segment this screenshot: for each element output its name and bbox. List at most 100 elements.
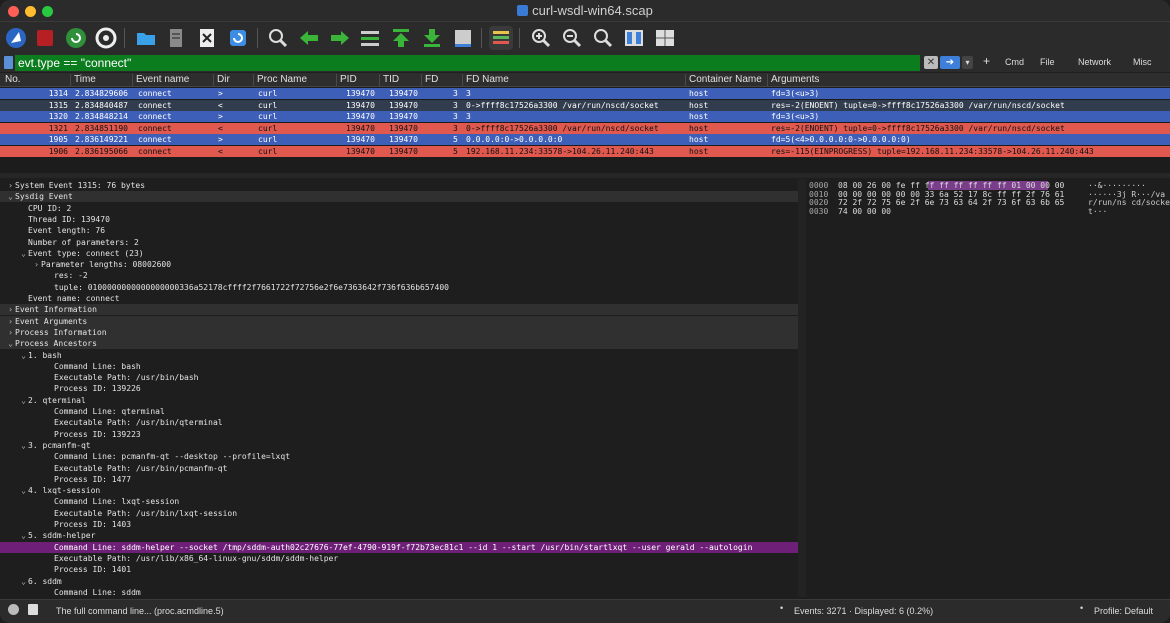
column-header-event-name[interactable]: Event name: [132, 74, 189, 86]
filter-history-dropdown-icon[interactable]: ▾: [962, 56, 973, 69]
detail-tree-item[interactable]: tuple: 0100000000000000000336a52178cffff…: [0, 282, 798, 293]
detail-tree-item[interactable]: Process ID: 139226: [0, 383, 798, 394]
reload-icon[interactable]: [226, 26, 250, 50]
pane-splitter-vertical[interactable]: [798, 179, 806, 597]
detail-tree-item[interactable]: Command Line: pcmanfm-qt --desktop --pro…: [0, 451, 798, 462]
detail-tree-item[interactable]: ⌄ 6. sddm: [0, 576, 798, 587]
detail-tree-item[interactable]: ⌄ 5. sddm-helper: [0, 530, 798, 541]
column-header-no[interactable]: No.: [2, 74, 21, 86]
detail-tree-item[interactable]: ⌄ Process Ancestors: [0, 338, 798, 350]
detail-tree-item[interactable]: Number of parameters: 2: [0, 237, 798, 248]
event-row[interactable]: 1314 2.834829606 connect > curl 139470 139470 3…: [0, 88, 1170, 99]
capture-comment-icon[interactable]: [28, 604, 38, 615]
event-row[interactable]: 1315 2.834840487 connect < curl 139470 139470 3…: [0, 99, 1170, 111]
open-folder-icon[interactable]: [134, 26, 158, 50]
detail-tree-item[interactable]: ⌄ 1. bash: [0, 350, 798, 361]
column-header-dir[interactable]: Dir: [213, 74, 230, 86]
go-back-icon[interactable]: [297, 26, 321, 50]
detail-tree-item[interactable]: › Event Arguments: [0, 315, 798, 327]
event-row[interactable]: 1321 2.834851190 connect < curl 139470 139470 3…: [0, 122, 1170, 134]
hex-ascii[interactable]: t···: [1088, 207, 1107, 216]
detail-tree-item[interactable]: Command Line: sddm: [0, 587, 798, 597]
detail-tree-item[interactable]: ⌄ Event type: connect (23): [0, 248, 798, 259]
hex-bytes[interactable]: 74 00 00 00: [838, 207, 891, 216]
event-row[interactable]: 1905 2.836149221 connect > curl 139470 139470 5…: [0, 134, 1170, 145]
autoscroll-icon[interactable]: [451, 26, 475, 50]
chevron-right-icon[interactable]: ›: [6, 180, 15, 191]
column-header-arguments[interactable]: Arguments: [767, 74, 819, 86]
chevron-right-icon[interactable]: ›: [6, 316, 15, 327]
column-header-pid[interactable]: PID: [336, 74, 357, 86]
chevron-down-icon[interactable]: ⌄: [19, 530, 28, 541]
zoom-in-icon[interactable]: [529, 26, 553, 50]
chevron-down-icon[interactable]: ⌄: [19, 395, 28, 406]
clear-filter-icon[interactable]: ✕: [924, 56, 938, 69]
detail-tree-item[interactable]: Executable Path: /usr/bin/qterminal: [0, 417, 798, 428]
stop-capture-icon[interactable]: [33, 26, 57, 50]
chevron-right-icon[interactable]: ›: [6, 304, 15, 315]
zoom-out-icon[interactable]: [560, 26, 584, 50]
capture-options-icon[interactable]: [94, 26, 118, 50]
go-to-packet-icon[interactable]: [358, 26, 382, 50]
event-row[interactable]: 1320 2.834848214 connect > curl 139470 139470 3…: [0, 111, 1170, 122]
detail-tree-item[interactable]: Process ID: 139223: [0, 429, 798, 440]
chevron-down-icon[interactable]: ⌄: [19, 576, 28, 587]
filter-button-file[interactable]: File: [1040, 57, 1055, 67]
detail-tree-item[interactable]: Thread ID: 139470: [0, 214, 798, 225]
display-filter-input[interactable]: [15, 55, 920, 71]
column-header-time[interactable]: Time: [70, 74, 96, 86]
detail-tree-item[interactable]: Executable Path: /usr/bin/pcmanfm-qt: [0, 463, 798, 474]
chevron-down-icon[interactable]: ⌄: [19, 248, 28, 259]
save-file-icon[interactable]: [164, 26, 188, 50]
detail-tree-item[interactable]: › Process Information: [0, 326, 798, 338]
detail-tree-item[interactable]: ⌄ 3. pcmanfm-qt: [0, 440, 798, 451]
normal-size-icon[interactable]: [591, 26, 615, 50]
chevron-down-icon[interactable]: ⌄: [6, 338, 15, 349]
event-row[interactable]: 1906 2.836195066 connect < curl 139470 139470 5…: [0, 145, 1170, 157]
detail-tree-item[interactable]: › System Event 1315: 76 bytes: [0, 180, 798, 191]
detail-tree-item[interactable]: Process ID: 1401: [0, 564, 798, 575]
column-header-container-name[interactable]: Container Name: [685, 74, 762, 86]
detail-tree-item[interactable]: Command Line: lxqt-session: [0, 496, 798, 507]
detail-tree-item[interactable]: Executable Path: /usr/lib/x86_64-linux-g…: [0, 553, 798, 564]
column-header-tid[interactable]: TID: [379, 74, 399, 86]
detail-tree-item[interactable]: ⌄ Sysdig Event: [0, 191, 798, 203]
restart-capture-icon[interactable]: [64, 26, 88, 50]
colorize-icon[interactable]: [489, 26, 513, 50]
pane-splitter[interactable]: [0, 173, 1170, 178]
apply-filter-icon[interactable]: ➔: [940, 56, 960, 69]
chevron-right-icon[interactable]: ›: [6, 327, 15, 338]
detail-tree-item[interactable]: Command Line: bash: [0, 361, 798, 372]
expert-info-icon[interactable]: [8, 604, 19, 615]
chevron-down-icon[interactable]: ⌄: [6, 191, 15, 202]
grid-icon[interactable]: [653, 26, 677, 50]
filter-button-misc[interactable]: Misc: [1133, 57, 1152, 67]
chevron-down-icon[interactable]: ⌄: [19, 440, 28, 451]
detail-tree-item[interactable]: › Parameter lengths: 08002600: [0, 259, 798, 270]
detail-tree-item[interactable]: Executable Path: /usr/bin/lxqt-session: [0, 508, 798, 519]
chevron-down-icon[interactable]: ⌄: [19, 485, 28, 496]
close-file-icon[interactable]: [195, 26, 219, 50]
chevron-right-icon[interactable]: ›: [32, 259, 41, 270]
detail-tree-item[interactable]: ⌄ 4. lxqt-session: [0, 485, 798, 496]
detail-tree-item[interactable]: res: -2: [0, 270, 798, 281]
detail-tree-item[interactable]: Command Line: sddm-helper --socket /tmp/…: [0, 541, 798, 553]
detail-tree-item[interactable]: Command Line: qterminal: [0, 406, 798, 417]
detail-tree-item[interactable]: Process ID: 1477: [0, 474, 798, 485]
find-packet-icon[interactable]: [266, 26, 290, 50]
chevron-down-icon[interactable]: ⌄: [19, 350, 28, 361]
filter-button-network[interactable]: Network: [1078, 57, 1111, 67]
detail-tree-item[interactable]: Executable Path: /usr/bin/bash: [0, 372, 798, 383]
column-header-fd-name[interactable]: FD Name: [462, 74, 509, 86]
detail-tree-item[interactable]: ⌄ 2. qterminal: [0, 395, 798, 406]
shark-fin-start-icon[interactable]: [4, 26, 28, 50]
status-profile[interactable]: Profile: Default: [1094, 606, 1153, 616]
detail-tree-item[interactable]: CPU ID: 2: [0, 203, 798, 214]
column-header-fd[interactable]: FD: [421, 74, 438, 86]
last-packet-icon[interactable]: [420, 26, 444, 50]
filter-button-cmd[interactable]: Cmd: [1005, 57, 1024, 67]
add-filter-button[interactable]: +: [983, 54, 990, 68]
first-packet-icon[interactable]: [389, 26, 413, 50]
detail-tree-item[interactable]: Event name: connect: [0, 293, 798, 304]
go-forward-icon[interactable]: [328, 26, 352, 50]
